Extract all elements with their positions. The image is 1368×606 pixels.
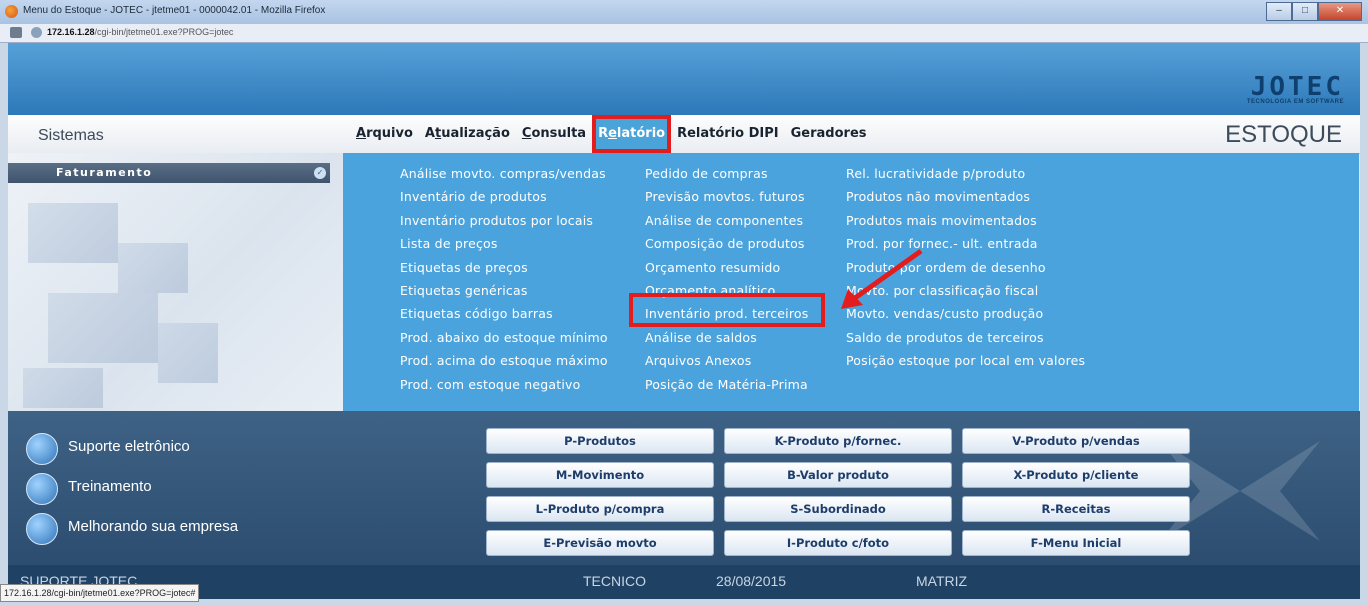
globe-icon: [31, 27, 42, 38]
sidebar-item-faturamento[interactable]: Faturamento ✓: [8, 163, 330, 183]
support-link-label: Melhorando sua empresa: [68, 518, 239, 535]
menu-consulta[interactable]: Consulta: [516, 115, 592, 153]
shortcut-button[interactable]: M-Movimento: [486, 462, 714, 488]
firefox-icon: [5, 5, 18, 18]
sidebar-item-label: Faturamento: [56, 166, 153, 179]
header-banner: JOTEC TECNOLOGIA EM SOFTWARE: [8, 43, 1360, 115]
support-link-label: Treinamento: [68, 478, 152, 495]
address-bar[interactable]: 172.16.1.28/cgi-bin/jtetme01.exe?PROG=jo…: [0, 24, 1368, 43]
sidebar-toggle-icon[interactable]: [10, 27, 22, 38]
shortcut-buttons: P-Produtos K-Produto p/fornec. V-Produto p…: [486, 428, 1190, 556]
sistemas-label: Sistemas: [38, 127, 104, 144]
menu-bar: Sistemas Arquivo Atualização Consulta Relat…: [8, 115, 1360, 154]
window-titlebar: Menu do Estoque - JOTEC - jtetme01 - 000…: [0, 0, 1368, 25]
menu-relat-rio[interactable]: Relatório: [592, 115, 672, 153]
shortcut-button[interactable]: E-Previsão movto: [486, 530, 714, 556]
red-arrow-icon: [841, 248, 923, 309]
chart-growth-icon: [26, 513, 58, 545]
window-title: Menu do Estoque - JOTEC - jtetme01 - 000…: [23, 5, 326, 16]
status-user: TECNICO: [583, 573, 646, 589]
shortcut-button[interactable]: L-Produto p/compra: [486, 496, 714, 522]
maximize-button[interactable]: □: [1292, 2, 1318, 21]
minimize-button[interactable]: –: [1266, 2, 1292, 21]
shortcut-button[interactable]: V-Produto p/vendas: [962, 428, 1190, 454]
jotec-logo: JOTEC TECNOLOGIA EM SOFTWARE: [1246, 72, 1344, 105]
support-link-label: Suporte eletrônico: [68, 438, 190, 455]
url-text[interactable]: 172.16.1.28/cgi-bin/jtetme01.exe?PROG=jo…: [47, 27, 233, 37]
shortcut-button[interactable]: X-Produto p/cliente: [962, 462, 1190, 488]
window-controls: – □ ✕: [1266, 2, 1362, 21]
check-icon: ✓: [314, 167, 326, 179]
menu-geradores[interactable]: Geradores: [785, 115, 873, 153]
menu-relat-rio-dipi[interactable]: Relatório DIPI: [671, 115, 785, 153]
bottom-panel: Suporte eletrônico Treinamento Melhorando …: [8, 411, 1360, 565]
training-icon: [26, 473, 58, 505]
question-icon: [26, 433, 58, 465]
menu-arquivo[interactable]: Arquivo: [350, 115, 419, 153]
close-button[interactable]: ✕: [1318, 2, 1362, 21]
shortcut-button[interactable]: B-Valor produto: [724, 462, 952, 488]
status-branch: MATRIZ: [916, 573, 968, 589]
systems-sidebar: Faturamento ✓: [8, 153, 343, 411]
relatorio-dropdown: Análise movto. compras/vendas Inventário …: [343, 153, 1359, 411]
shortcut-button[interactable]: K-Produto p/fornec.: [724, 428, 952, 454]
main-menu: Arquivo Atualização Consulta Relatório Relat…: [350, 115, 873, 153]
page: JOTEC TECNOLOGIA EM SOFTWARE Sistemas Ar…: [8, 43, 1360, 599]
status-bar: SUPORTE JOTEC TECNICO 28/08/2015 MATRIZ: [8, 565, 1360, 599]
menu-atualiza-o[interactable]: Atualização: [419, 115, 516, 153]
shortcut-button[interactable]: P-Produtos: [486, 428, 714, 454]
shortcut-button[interactable]: F-Menu Inicial: [962, 530, 1190, 556]
link-tooltip: 172.16.1.28/cgi-bin/jtetme01.exe?PROG=jo…: [0, 584, 200, 602]
shortcut-button[interactable]: R-Receitas: [962, 496, 1190, 522]
module-name: ESTOQUE: [1225, 121, 1342, 148]
shortcut-button[interactable]: I-Produto c/foto: [724, 530, 952, 556]
shortcut-button[interactable]: S-Subordinado: [724, 496, 952, 522]
status-date: 28/08/2015: [716, 573, 787, 589]
